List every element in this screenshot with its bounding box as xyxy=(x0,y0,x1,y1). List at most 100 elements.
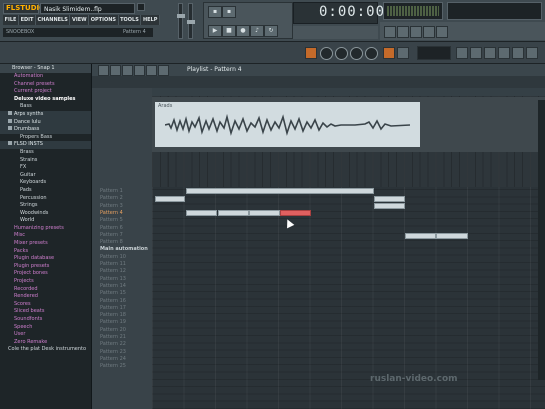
pattern-clip[interactable] xyxy=(405,233,436,239)
pattern-row-label[interactable]: Pattern 16 xyxy=(100,298,150,305)
browser-item[interactable]: Cole the plat Desk instrumento xyxy=(0,346,91,354)
browser-item[interactable]: Propers Bass xyxy=(0,134,91,142)
browser-item[interactable]: Plugin database xyxy=(0,255,91,263)
pattern-row-label[interactable]: Pattern 14 xyxy=(100,283,150,290)
pattern-clip[interactable] xyxy=(436,233,468,239)
piano-roll-view-icon[interactable] xyxy=(410,26,422,38)
knob-4[interactable] xyxy=(365,47,378,60)
knob-2[interactable] xyxy=(335,47,348,60)
pattern-row-label[interactable]: Pattern 11 xyxy=(100,261,150,268)
browser-item[interactable]: Sliced beats xyxy=(0,308,91,316)
master-pitch-fader[interactable] xyxy=(187,3,195,39)
browser-item[interactable]: Strings xyxy=(0,202,91,210)
pattern-row-label[interactable]: Pattern 23 xyxy=(100,349,150,356)
browser-item[interactable]: World xyxy=(0,217,91,225)
browser-item[interactable]: Pads xyxy=(0,187,91,195)
browser-item[interactable]: Bass xyxy=(0,103,91,111)
browser-item[interactable]: Percussion xyxy=(0,195,91,203)
selected-pattern-clip[interactable] xyxy=(280,210,311,216)
pattern-row-label[interactable]: Pattern 1 xyxy=(100,188,150,195)
browser-item[interactable]: Projects xyxy=(0,278,91,286)
playlist-view-icon[interactable] xyxy=(384,26,396,38)
browser-item[interactable]: Current project xyxy=(0,88,91,96)
knob-1[interactable] xyxy=(320,47,333,60)
browser-item[interactable]: Channel presets xyxy=(0,81,91,89)
browser-item[interactable]: Mixer presets xyxy=(0,240,91,248)
pattern-row-label[interactable]: Main automation xyxy=(100,246,150,253)
pattern-row-label[interactable]: Pattern 8 xyxy=(100,239,150,246)
select-tool-icon[interactable] xyxy=(146,65,157,76)
browser-item[interactable]: Zero Remake xyxy=(0,339,91,347)
pattern-row-label[interactable]: Pattern 3 xyxy=(100,203,150,210)
browser-item[interactable]: Humanizing presets xyxy=(0,225,91,233)
pattern-row-label[interactable]: Pattern 20 xyxy=(100,327,150,334)
tool-icon-2[interactable] xyxy=(397,47,409,59)
master-volume-fader[interactable] xyxy=(177,3,185,39)
tool-icon-1[interactable] xyxy=(383,47,395,59)
pattern-clip[interactable] xyxy=(218,210,249,216)
menu-file[interactable]: FILE xyxy=(3,15,20,25)
audio-clip[interactable]: Arads xyxy=(155,102,420,147)
pattern-row-label[interactable]: Pattern 21 xyxy=(100,334,150,341)
browser-item[interactable]: Dance lulu xyxy=(0,118,91,127)
step-seq-view-icon[interactable] xyxy=(397,26,409,38)
browser-item[interactable]: Brass xyxy=(0,149,91,157)
delete-tool-icon[interactable] xyxy=(134,65,145,76)
browser-item[interactable]: Strains xyxy=(0,157,91,165)
pattern-row-label[interactable]: Pattern 12 xyxy=(100,268,150,275)
pattern-row-label[interactable]: Pattern 2 xyxy=(100,195,150,202)
browser-item[interactable]: Arps synths xyxy=(0,110,91,119)
metronome-icon[interactable]: ♪ xyxy=(250,25,264,37)
pattern-row-label[interactable]: Pattern 7 xyxy=(100,232,150,239)
pattern-clip[interactable] xyxy=(186,188,374,194)
tool-icon-8[interactable] xyxy=(526,47,538,59)
menu-options[interactable]: OPTIONS xyxy=(89,15,119,25)
browser-item[interactable]: FX xyxy=(0,164,91,172)
tool-icon-5[interactable] xyxy=(484,47,496,59)
loop-icon[interactable]: ↻ xyxy=(264,25,278,37)
menu-tools[interactable]: TOOLS xyxy=(119,15,142,25)
play-icon[interactable]: ▶ xyxy=(208,25,222,37)
record-button-icon[interactable]: ● xyxy=(236,25,250,37)
browser-item[interactable]: Deluxe video samples xyxy=(0,96,91,104)
tool-icon-3[interactable] xyxy=(456,47,468,59)
browser-item[interactable]: Guitar xyxy=(0,172,91,180)
pattern-row-label[interactable]: Pattern 18 xyxy=(100,312,150,319)
pattern-clip[interactable] xyxy=(374,196,405,202)
playlist-scrollbar[interactable] xyxy=(538,100,545,380)
browser-item[interactable]: Soundfonts xyxy=(0,316,91,324)
browser-item[interactable]: Speech xyxy=(0,324,91,332)
browser-item[interactable]: Recorded xyxy=(0,286,91,294)
record-icon[interactable] xyxy=(137,3,145,11)
pattern-row-label[interactable]: Pattern 10 xyxy=(100,254,150,261)
menu-view[interactable]: VIEW xyxy=(70,15,90,25)
pattern-row-label[interactable]: Pattern 15 xyxy=(100,290,150,297)
stop-icon[interactable]: ■ xyxy=(222,25,236,37)
knob-3[interactable] xyxy=(350,47,363,60)
browser-item[interactable]: FLSD INSTS xyxy=(0,141,91,149)
pattern-row-label[interactable]: Pattern 17 xyxy=(100,305,150,312)
pattern-row-label[interactable]: Pattern 5 xyxy=(100,217,150,224)
pattern-row-label[interactable]: Pattern 24 xyxy=(100,356,150,363)
paint-tool-icon[interactable] xyxy=(122,65,133,76)
pattern-row-label[interactable]: Pattern 22 xyxy=(100,341,150,348)
browser-item[interactable]: Scores xyxy=(0,301,91,309)
menu-edit[interactable]: EDIT xyxy=(19,15,36,25)
browser-item[interactable]: Project bones xyxy=(0,270,91,278)
browser-item[interactable]: User xyxy=(0,331,91,339)
pattern-row-label[interactable]: Pattern 19 xyxy=(100,319,150,326)
pattern-clip-area[interactable] xyxy=(152,187,545,409)
pattern-clip[interactable] xyxy=(186,210,217,216)
pattern-clip[interactable] xyxy=(155,196,185,202)
timeline-ruler[interactable] xyxy=(152,88,545,96)
browser-item[interactable]: Automation xyxy=(0,73,91,81)
browser-item[interactable]: Woodwinds xyxy=(0,210,91,218)
browser-item[interactable]: Misc xyxy=(0,232,91,240)
pencil-tool-icon[interactable] xyxy=(110,65,121,76)
browser-item[interactable]: Drumbass xyxy=(0,126,91,134)
song-mode-icon[interactable]: ▪ xyxy=(222,6,236,18)
browser-item[interactable]: Keyboards xyxy=(0,179,91,187)
zoom-tool-icon[interactable] xyxy=(158,65,169,76)
mixer-view-icon[interactable] xyxy=(436,26,448,38)
browser-view-icon[interactable] xyxy=(423,26,435,38)
